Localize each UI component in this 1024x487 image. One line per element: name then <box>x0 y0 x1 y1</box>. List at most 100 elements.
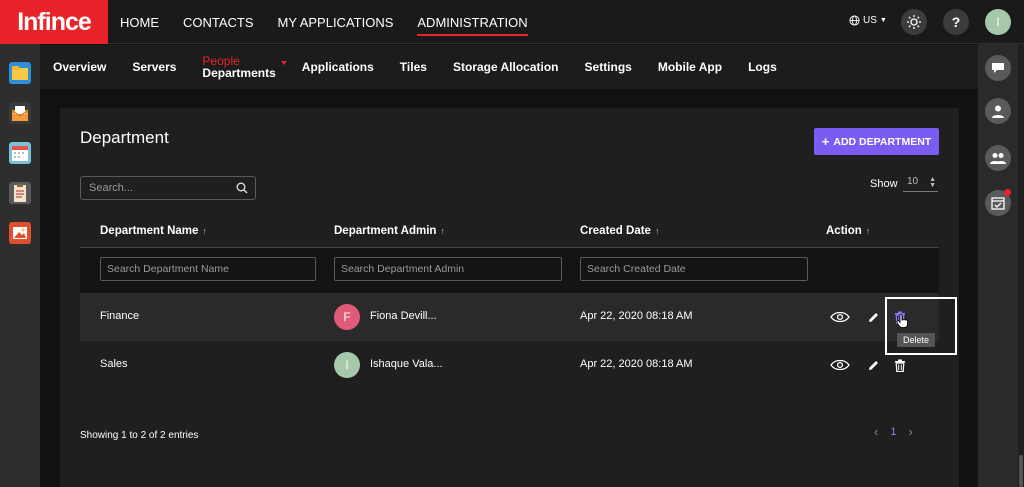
column-label: Action <box>826 225 862 237</box>
add-department-button[interactable]: + ADD DEPARTMENT <box>814 128 939 155</box>
theme-toggle-button[interactable] <box>901 9 927 35</box>
department-admin-cell: Fiona Devill... <box>370 310 437 322</box>
admin-avatar: I <box>334 352 360 378</box>
nav-administration[interactable]: ADMINISTRATION <box>405 0 539 44</box>
department-admin-cell: Ishaque Vala... <box>370 358 443 370</box>
column-department-name[interactable]: Department Name ↑ <box>100 225 207 237</box>
table-header: Department Name ↑ Department Admin ↑ Creat… <box>80 216 939 248</box>
subnav-logs[interactable]: Logs <box>735 60 790 74</box>
subnav-applications[interactable]: Applications <box>289 60 387 74</box>
admin-subnav: Overview Servers People Departments Appl… <box>40 45 978 89</box>
subnav-servers[interactable]: Servers <box>119 60 189 74</box>
subnav-overview[interactable]: Overview <box>40 60 119 74</box>
language-selector[interactable]: US ▼ <box>849 15 887 26</box>
pencil-icon <box>868 360 878 370</box>
infince-logo[interactable]: Infince <box>0 0 108 44</box>
filter-row <box>80 248 939 293</box>
add-department-label: ADD DEPARTMENT <box>833 135 932 148</box>
subnav-people-departments[interactable]: People Departments <box>189 55 288 79</box>
column-label: Created Date <box>580 225 651 237</box>
eye-icon <box>830 359 850 371</box>
folder-app-icon[interactable] <box>9 62 31 84</box>
subnav-settings[interactable]: Settings <box>572 60 645 74</box>
table-row[interactable]: Sales I Ishaque Vala... Apr 22, 2020 08:… <box>80 341 939 389</box>
tasks-app-icon[interactable] <box>9 182 31 204</box>
trash-icon <box>895 359 905 372</box>
spinner-arrows-icon: ▲ ▼ <box>929 176 936 189</box>
department-card: Department + ADD DEPARTMENT Show 10 ▲▼ D… <box>60 108 959 487</box>
search-box <box>80 176 256 200</box>
profile-button[interactable] <box>985 98 1011 124</box>
app-sidebar <box>0 44 40 487</box>
photos-app-icon[interactable] <box>9 222 31 244</box>
delete-tooltip: Delete <box>897 333 935 347</box>
search-icon[interactable] <box>236 182 248 194</box>
eye-icon <box>830 311 850 323</box>
sun-icon <box>907 15 921 29</box>
plus-icon: + <box>821 134 830 149</box>
column-label: Department Admin <box>334 225 437 237</box>
hand-cursor-icon <box>896 314 908 328</box>
calendar-check-icon <box>991 197 1005 210</box>
calendar-app-icon[interactable] <box>9 142 31 164</box>
globe-icon <box>849 15 860 26</box>
user-avatar[interactable]: I <box>985 9 1011 35</box>
view-button[interactable] <box>830 307 850 327</box>
top-bar: Infince HOME CONTACTS MY APPLICATIONS AD… <box>0 0 1024 44</box>
table-row[interactable]: Finance F Fiona Devill... Apr 22, 2020 0… <box>80 293 939 341</box>
scrollbar-thumb[interactable] <box>1019 455 1023 487</box>
edit-button[interactable] <box>863 307 883 327</box>
nav-contacts[interactable]: CONTACTS <box>171 0 266 44</box>
pencil-icon <box>868 312 878 322</box>
caret-down-icon <box>280 61 287 65</box>
page-scrollbar[interactable] <box>1018 44 1024 487</box>
pagination: ‹ 1 › <box>874 424 913 439</box>
subnav-tiles[interactable]: Tiles <box>387 60 440 74</box>
subnav-storage-allocation[interactable]: Storage Allocation <box>440 60 572 74</box>
page-size-value: 10 <box>907 176 919 187</box>
nav-home[interactable]: HOME <box>108 0 171 44</box>
edit-button[interactable] <box>863 355 883 375</box>
sort-arrow-icon: ↑ <box>440 226 445 236</box>
sort-arrow-icon: ↑ <box>865 226 871 236</box>
filter-created-date-input[interactable] <box>580 257 808 281</box>
language-label: US <box>863 15 877 26</box>
mail-app-icon[interactable] <box>9 102 31 124</box>
column-action[interactable]: Action ↑ <box>826 225 870 237</box>
subnav-mobile-app[interactable]: Mobile App <box>645 60 735 74</box>
chat-icon <box>992 63 1004 73</box>
show-label: Show <box>870 178 898 190</box>
created-date-cell: Apr 22, 2020 08:18 AM <box>580 310 693 322</box>
column-department-admin[interactable]: Department Admin ↑ <box>334 225 445 237</box>
delete-button[interactable] <box>890 355 910 375</box>
search-input[interactable] <box>81 177 231 199</box>
users-icon <box>990 153 1006 164</box>
page-size-select[interactable]: 10 ▲ ▼ <box>903 176 938 192</box>
subnav-departments-label: Departments <box>202 66 276 80</box>
view-button[interactable] <box>830 355 850 375</box>
entries-info: Showing 1 to 2 of 2 entries <box>80 430 199 441</box>
notification-dot <box>1004 189 1011 196</box>
page-number-button[interactable]: 1 <box>890 426 896 438</box>
user-icon <box>992 105 1004 118</box>
sort-arrow-icon: ↑ <box>202 226 207 236</box>
column-label: Department Name <box>100 225 199 237</box>
created-date-cell: Apr 22, 2020 08:18 AM <box>580 358 693 370</box>
column-created-date[interactable]: Created Date ↑ <box>580 225 659 237</box>
filter-department-name-input[interactable] <box>100 257 316 281</box>
admin-avatar: F <box>334 304 360 330</box>
page-title: Department <box>80 128 169 147</box>
nav-my-applications[interactable]: MY APPLICATIONS <box>266 0 406 44</box>
department-name-cell: Finance <box>100 310 140 322</box>
chat-button[interactable] <box>985 55 1011 81</box>
chevron-down-icon: ▼ <box>879 17 887 24</box>
tasks-button[interactable] <box>985 189 1011 216</box>
next-page-button[interactable]: › <box>908 424 912 439</box>
help-button[interactable]: ? <box>943 9 969 35</box>
filter-department-admin-input[interactable] <box>334 257 562 281</box>
main-nav: HOME CONTACTS MY APPLICATIONS ADMINISTRA… <box>108 0 540 44</box>
department-name-cell: Sales <box>100 358 128 370</box>
sort-arrow-icon: ↑ <box>654 226 660 236</box>
prev-page-button[interactable]: ‹ <box>874 424 878 439</box>
team-button[interactable] <box>985 145 1011 171</box>
